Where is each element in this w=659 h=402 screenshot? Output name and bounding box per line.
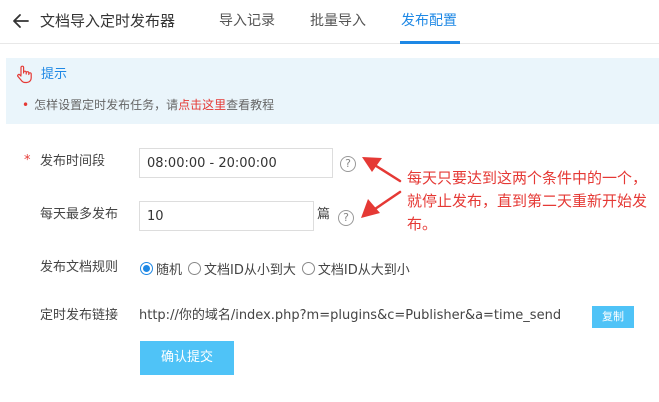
publish-rule-label: 发布文档规则 xyxy=(40,260,119,275)
radio-label: 文档ID从大到小 xyxy=(317,262,410,278)
tab-publish-config[interactable]: 发布配置 xyxy=(401,11,457,31)
radio-option-id-desc[interactable]: 文档ID从大到小 xyxy=(301,259,410,278)
tip-title: 提示 xyxy=(41,67,68,82)
tab-import-records[interactable]: 导入记录 xyxy=(219,11,275,31)
radio-button[interactable] xyxy=(188,261,202,275)
active-tab-indicator xyxy=(400,41,460,44)
daily-max-input[interactable] xyxy=(139,201,314,231)
radio-button[interactable] xyxy=(301,261,315,275)
annotation-note: 每天只要达到这两个条件中的一个，就停止发布，直到第二天重新开始发布。 xyxy=(407,169,648,233)
help-icon[interactable]: ? xyxy=(338,210,354,226)
radio-label: 文档ID从小到大 xyxy=(204,262,296,278)
time-range-input[interactable] xyxy=(139,148,333,178)
tutorial-link[interactable]: 点击这里 xyxy=(178,98,226,112)
daily-max-unit: 篇 xyxy=(317,207,331,222)
bullet-dot: • xyxy=(22,98,30,112)
top-header: 文档导入定时发布器 导入记录 批量导入 发布配置 xyxy=(0,0,659,44)
arrow-left-icon[interactable] xyxy=(10,10,32,32)
annotation-arrow-top xyxy=(362,157,402,183)
copy-button[interactable]: 复制 xyxy=(592,306,634,328)
publish-rule-radio-group: 随机 文档ID从小到大 文档ID从大到小 xyxy=(140,259,416,278)
tip-box: 提示 • 怎样设置定时发布任务，请点击这里查看教程 xyxy=(6,58,659,124)
cron-link-url: http://你的域名/index.php?m=plugins&c=Publis… xyxy=(139,308,562,323)
hand-pointer-icon xyxy=(17,65,32,84)
time-range-label: 发布时间段 xyxy=(40,154,106,169)
radio-label: 随机 xyxy=(156,262,183,278)
required-asterisk: * xyxy=(24,153,31,168)
radio-option-random[interactable]: 随机 xyxy=(140,259,182,278)
tip-text-suffix: 查看教程 xyxy=(226,98,275,112)
daily-max-label: 每天最多发布 xyxy=(40,207,119,222)
radio-option-id-asc[interactable]: 文档ID从小到大 xyxy=(188,259,296,278)
annotation-arrow-bottom xyxy=(361,190,402,218)
radio-button[interactable] xyxy=(140,261,153,275)
app-title: 文档导入定时发布器 xyxy=(40,12,176,30)
help-icon[interactable]: ? xyxy=(340,156,356,172)
cron-link-label: 定时发布链接 xyxy=(40,308,119,323)
tip-line: • 怎样设置定时发布任务，请点击这里查看教程 xyxy=(22,97,274,113)
tip-text-prefix: 怎样设置定时发布任务，请 xyxy=(34,98,179,112)
submit-button[interactable]: 确认提交 xyxy=(140,341,234,375)
tab-batch-import[interactable]: 批量导入 xyxy=(310,11,366,31)
